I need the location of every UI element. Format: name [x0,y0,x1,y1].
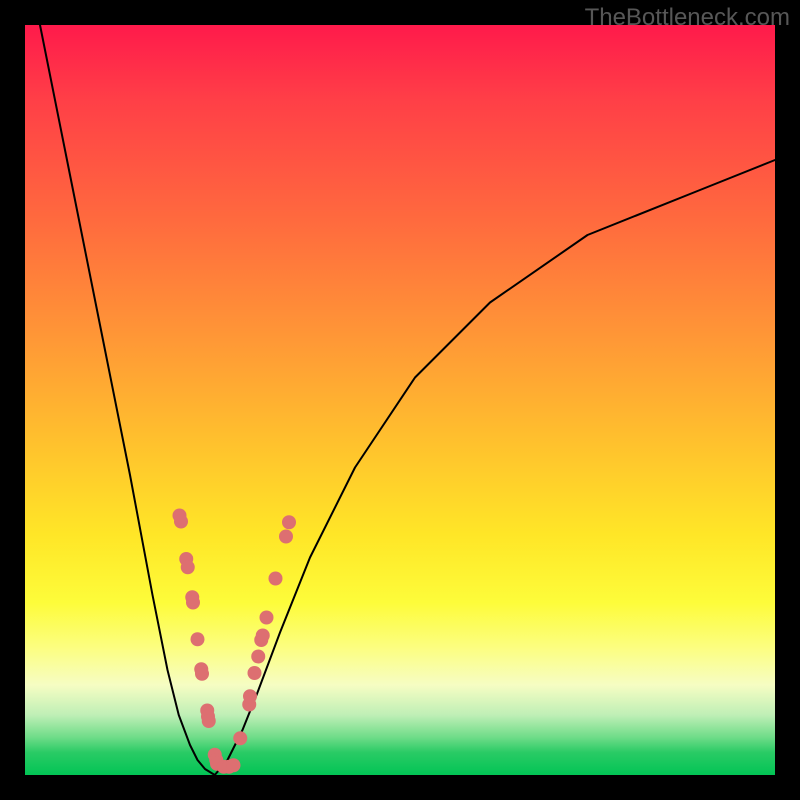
data-point [195,667,209,681]
data-point [181,560,195,574]
data-point [227,758,241,772]
data-point [279,530,293,544]
data-point [233,731,247,745]
watermark-text: TheBottleneck.com [585,4,790,32]
data-point [248,666,262,680]
data-point [260,611,274,625]
curve-layer [25,25,775,775]
series-right-branch [215,160,775,775]
series-left-branch [40,25,215,775]
data-point [186,596,200,610]
data-point [251,650,265,664]
series-group [40,25,775,775]
data-point [202,714,216,728]
plot-area [25,25,775,775]
data-point [174,515,188,529]
chart-outer-frame: TheBottleneck.com [0,0,800,800]
data-point [243,689,257,703]
data-point [256,629,270,643]
data-point [269,572,283,586]
data-point [191,632,205,646]
data-point [282,515,296,529]
